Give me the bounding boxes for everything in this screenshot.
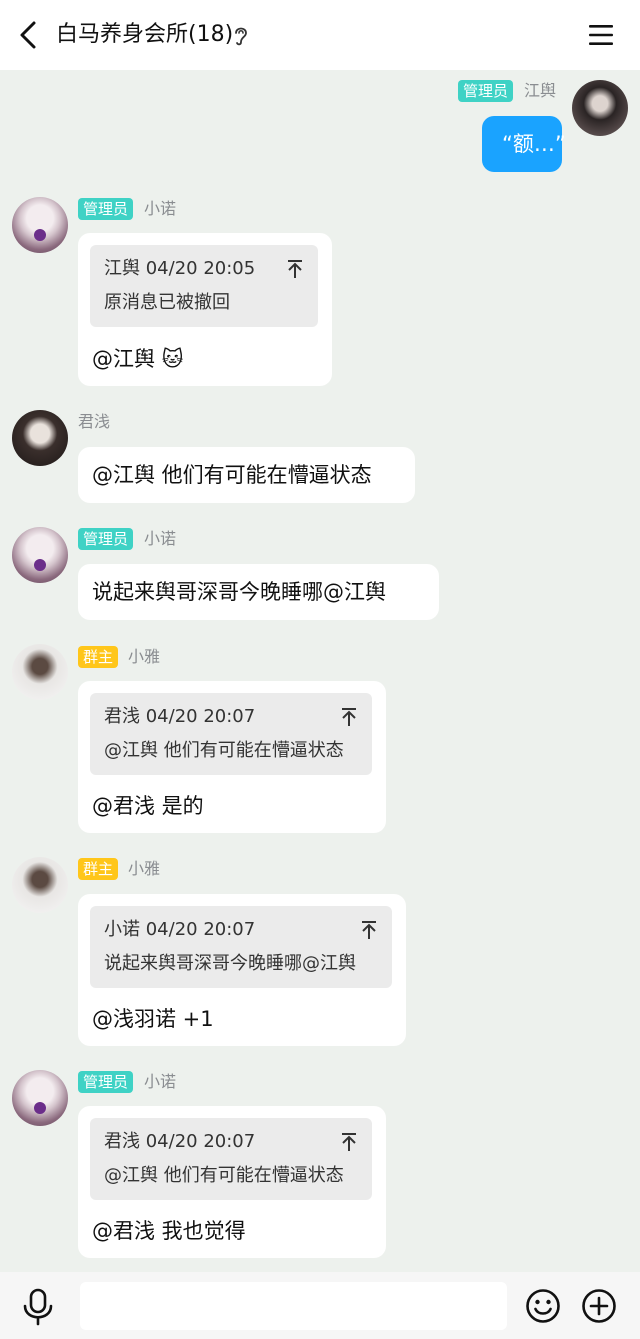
message-bubble[interactable]: 君浅 04/20 20:07 @江舆 他们有可能在懵逼状态 @君浅 是的 [78, 681, 386, 833]
avatar[interactable] [12, 527, 68, 583]
message-bubble[interactable]: “额…” [482, 116, 566, 172]
message-input[interactable] [80, 1282, 507, 1330]
smiley-icon[interactable] [525, 1288, 561, 1324]
quote-text: 原消息已被撤回 [104, 292, 230, 313]
quoted-message[interactable]: 江舆 04/20 20:05 原消息已被撤回 [90, 245, 318, 327]
jump-to-quote-icon[interactable] [286, 259, 304, 279]
sender-name: 小诺 [144, 529, 177, 548]
message-text: “额…” [502, 132, 566, 156]
input-bar [0, 1272, 640, 1339]
owner-badge: 群主 [78, 858, 119, 880]
admin-badge: 管理员 [78, 1071, 134, 1093]
message-bubble[interactable]: 说起来舆哥深哥今晚睡哪@江舆 [78, 564, 439, 620]
plus-circle-icon[interactable] [581, 1288, 617, 1324]
sender-name: 小诺 [144, 199, 177, 218]
quote-header: 君浅 04/20 20:07 [104, 1131, 256, 1152]
top-bar: 白马养身会所(18) [0, 0, 640, 70]
avatar[interactable] [12, 644, 68, 700]
avatar[interactable] [12, 197, 68, 253]
sender-name: 小雅 [128, 859, 161, 878]
sender-name: 小雅 [128, 647, 161, 666]
message-bubble[interactable]: 君浅 04/20 20:07 @江舆 他们有可能在懵逼状态 @君浅 我也觉得 [78, 1106, 386, 1258]
quote-header: 小诺 04/20 20:07 [104, 919, 256, 940]
ear-icon[interactable] [232, 24, 250, 48]
owner-badge: 群主 [78, 646, 119, 668]
quote-header: 君浅 04/20 20:07 [104, 706, 256, 727]
chevron-left-icon[interactable] [14, 18, 44, 52]
chat-title[interactable]: 白马养身会所(18) [56, 18, 233, 52]
quote-header: 江舆 04/20 20:05 [104, 258, 256, 279]
message-text: @江舆 他们有可能在懵逼状态 [92, 463, 372, 487]
jump-to-quote-icon[interactable] [340, 1132, 358, 1152]
admin-badge: 管理员 [78, 528, 134, 550]
jump-to-quote-icon[interactable] [340, 707, 358, 727]
admin-badge: 管理员 [458, 80, 514, 102]
message-bubble[interactable]: 江舆 04/20 20:05 原消息已被撤回 @江舆 🐱 [78, 233, 332, 386]
message-bubble[interactable]: @江舆 他们有可能在懵逼状态 [78, 447, 415, 503]
quote-text: @江舆 他们有可能在懵逼状态 [104, 740, 344, 761]
avatar[interactable] [12, 1070, 68, 1126]
quoted-message[interactable]: 小诺 04/20 20:07 说起来舆哥深哥今晚睡哪@江舆 [90, 906, 392, 988]
quoted-message[interactable]: 君浅 04/20 20:07 @江舆 他们有可能在懵逼状态 [90, 1118, 372, 1200]
message-text: @君浅 我也觉得 [92, 1219, 246, 1243]
sender-name: 君浅 [78, 412, 111, 431]
message-bubble[interactable]: 小诺 04/20 20:07 说起来舆哥深哥今晚睡哪@江舆 @浅羽诺 +1 [78, 894, 406, 1046]
message-text: @君浅 是的 [92, 794, 204, 818]
jump-to-quote-icon[interactable] [360, 920, 378, 940]
avatar[interactable] [12, 857, 68, 913]
quote-text: @江舆 他们有可能在懵逼状态 [104, 1165, 344, 1186]
avatar[interactable] [572, 80, 628, 136]
hamburger-menu-icon[interactable] [588, 22, 614, 48]
message-text: 说起来舆哥深哥今晚睡哪@江舆 [92, 580, 386, 604]
quote-text: 说起来舆哥深哥今晚睡哪@江舆 [104, 953, 356, 974]
avatar[interactable] [12, 410, 68, 466]
microphone-icon[interactable] [20, 1288, 56, 1326]
message-text: @浅羽诺 +1 [92, 1007, 214, 1031]
message-text: @江舆 🐱 [92, 347, 184, 371]
quoted-message[interactable]: 君浅 04/20 20:07 @江舆 他们有可能在懵逼状态 [90, 693, 372, 775]
sender-name: 江舆 [524, 81, 557, 100]
admin-badge: 管理员 [78, 198, 134, 220]
sender-name: 小诺 [144, 1072, 177, 1091]
